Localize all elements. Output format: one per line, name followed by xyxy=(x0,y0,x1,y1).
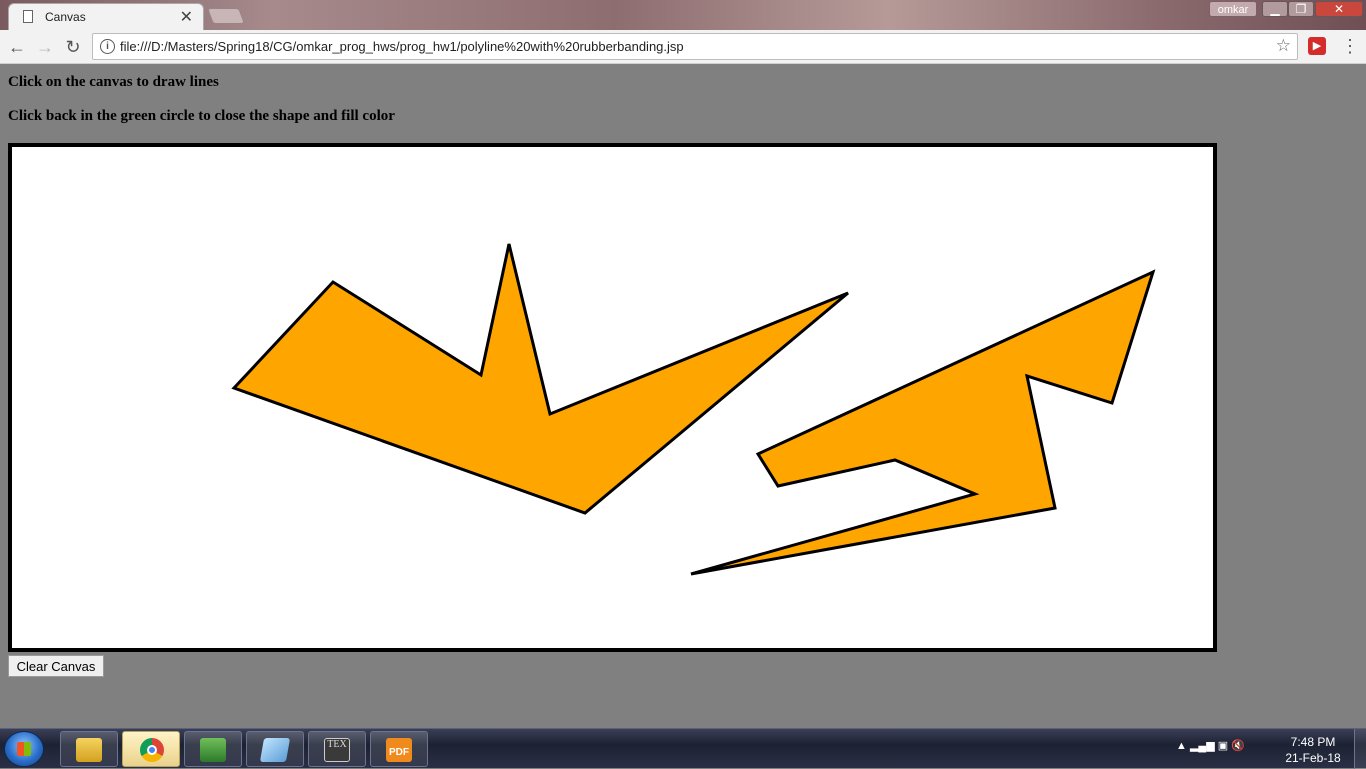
instruction-draw: Click on the canvas to draw lines xyxy=(8,74,219,90)
taskbar-texmaker[interactable]: TEX xyxy=(308,731,366,767)
profile-button[interactable]: omkar xyxy=(1209,1,1257,17)
start-button[interactable] xyxy=(4,731,44,767)
tab-canvas[interactable]: Canvas ✕ xyxy=(8,3,204,30)
clock-time: 7:48 PM xyxy=(1290,735,1336,749)
maximize-button[interactable]: ❐ xyxy=(1288,1,1314,17)
drawing-canvas[interactable] xyxy=(11,146,1214,649)
new-tab-button[interactable] xyxy=(207,8,245,24)
taskbar-explorer[interactable] xyxy=(60,731,118,767)
url-text[interactable]: file:///D:/Masters/Spring18/CG/omkar_pro… xyxy=(120,39,684,54)
back-button[interactable]: ← xyxy=(6,36,28,58)
polygon-shape-left xyxy=(231,243,849,515)
system-tray-icons[interactable]: ▲ ▂▄▆ ▣ 🔇 xyxy=(1176,739,1245,752)
taskbar-clock[interactable]: 7:48 PM 21-Feb-18 xyxy=(1282,734,1344,766)
info-icon[interactable]: i xyxy=(100,39,115,54)
tex-icon: TEX xyxy=(324,738,350,762)
tab-title: Canvas xyxy=(45,10,86,24)
menu-icon[interactable]: ⋮ xyxy=(1341,36,1359,57)
chrome-icon xyxy=(140,738,164,762)
browser-toolbar: ← → ↻ i file:///D:/Masters/Spring18/CG/o… xyxy=(0,30,1366,64)
taskbar-chrome[interactable] xyxy=(122,731,180,767)
page-icon xyxy=(23,10,33,23)
reload-button[interactable]: ↻ xyxy=(62,36,84,58)
drawing-canvas-frame xyxy=(8,143,1217,652)
folder-icon xyxy=(76,738,102,762)
canvas-svg[interactable] xyxy=(12,147,1213,648)
taskbar-editor[interactable] xyxy=(184,731,242,767)
clock-date: 21-Feb-18 xyxy=(1285,751,1341,765)
close-window-button[interactable]: ✕ xyxy=(1315,1,1363,17)
tab-close-icon[interactable]: ✕ xyxy=(180,7,193,27)
bookmark-star-icon[interactable]: ☆ xyxy=(1276,36,1291,56)
forward-button[interactable]: → xyxy=(34,36,56,58)
pdf-icon: PDF xyxy=(386,738,412,762)
editor-icon xyxy=(200,738,226,762)
address-bar[interactable]: i file:///D:/Masters/Spring18/CG/omkar_p… xyxy=(92,33,1298,60)
windows-taskbar: TEX PDF ▲ ▂▄▆ ▣ 🔇 7:48 PM 21-Feb-18 xyxy=(0,728,1366,769)
instruction-close: Click back in the green circle to close … xyxy=(8,108,395,124)
clear-canvas-button[interactable]: Clear Canvas xyxy=(8,655,104,677)
show-desktop-button[interactable] xyxy=(1354,729,1366,769)
minimize-button[interactable]: ▁ xyxy=(1262,1,1288,17)
browser-tabstrip: Canvas ✕ omkar ▁ ❐ ✕ xyxy=(0,0,1366,30)
polygon-shape-right xyxy=(690,269,1156,576)
note-icon xyxy=(259,738,291,762)
taskbar-pdf[interactable]: PDF xyxy=(370,731,428,767)
extension-icon[interactable]: ▶ xyxy=(1308,37,1326,55)
windows-logo-icon xyxy=(17,742,31,756)
taskbar-notes[interactable] xyxy=(246,731,304,767)
